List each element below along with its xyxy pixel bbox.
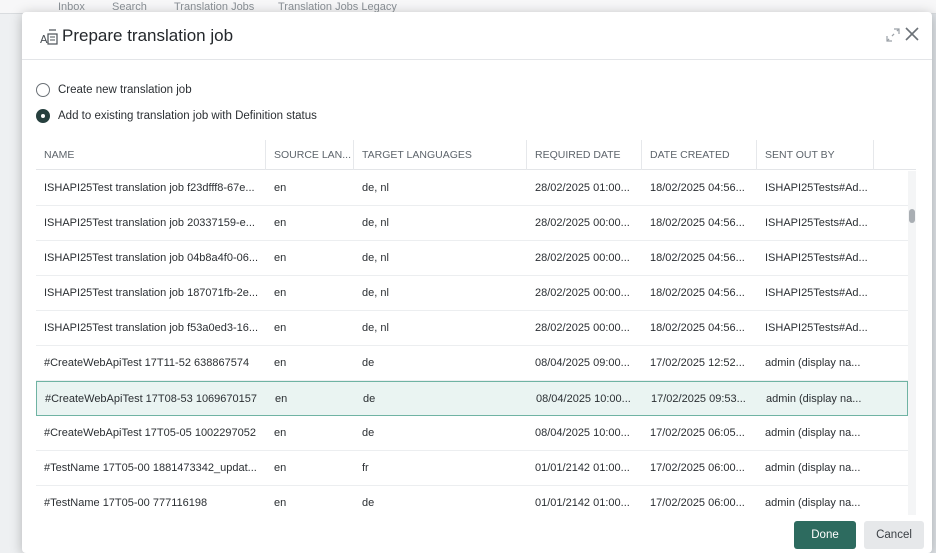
- cell-source-language: en: [274, 497, 287, 509]
- cancel-button[interactable]: Cancel: [864, 521, 924, 549]
- table-body: ISHAPI25Test translation job f23dfff8-67…: [36, 171, 910, 515]
- cell-required-date: 28/02/2025 00:00...: [535, 287, 630, 299]
- radio-create-new[interactable]: [36, 83, 50, 97]
- cell-required-date: 01/01/2142 01:00...: [535, 462, 630, 474]
- cell-date-created: 18/02/2025 04:56...: [650, 287, 745, 299]
- column-header-name[interactable]: NAME: [36, 140, 266, 170]
- cell-date-created: 17/02/2025 06:00...: [650, 462, 745, 474]
- dialog-title: Prepare translation job: [62, 26, 234, 45]
- column-header-target-languages[interactable]: TARGET LANGUAGES: [354, 140, 527, 170]
- table-row[interactable]: ISHAPI25Test translation job 04b8a4f0-06…: [36, 241, 908, 276]
- expand-icon[interactable]: [884, 26, 902, 44]
- cell-required-date: 08/04/2025 10:00...: [535, 427, 630, 439]
- cell-target-languages: de, nl: [362, 322, 389, 334]
- cell-target-languages: de, nl: [362, 287, 389, 299]
- radio-add-existing[interactable]: [36, 109, 50, 123]
- cell-required-date: 08/04/2025 10:00...: [536, 393, 631, 405]
- cell-date-created: 18/02/2025 04:56...: [650, 322, 745, 334]
- table-row[interactable]: #CreateWebApiTest 17T05-05 1002297052 en d…: [36, 416, 908, 451]
- option-create-new-job[interactable]: Create new translation job: [36, 80, 192, 100]
- cell-sent-out-by: ISHAPI25Tests#Ad...: [765, 182, 868, 194]
- cell-sent-out-by: admin (display na...: [765, 497, 861, 509]
- cell-name: #TestName 17T05-00 777116198: [44, 497, 208, 509]
- cell-sent-out-by: admin (display na...: [766, 393, 862, 405]
- table-row[interactable]: ISHAPI25Test translation job 187071fb-2e…: [36, 276, 908, 311]
- cell-name: ISHAPI25Test translation job 04b8a4f0-06…: [44, 252, 259, 264]
- translation-jobs-table: NAME SOURCE LAN... TARGET LANGUAGES REQU…: [36, 140, 916, 515]
- option-label: Create new translation job: [58, 84, 192, 96]
- cell-source-language: en: [274, 357, 287, 369]
- cell-target-languages: de, nl: [362, 252, 389, 264]
- scrollbar-thumb[interactable]: [909, 209, 915, 223]
- cell-date-created: 17/02/2025 09:53...: [651, 393, 746, 405]
- cell-required-date: 28/02/2025 01:00...: [535, 182, 630, 194]
- cell-source-language: en: [274, 182, 287, 194]
- table-row[interactable]: #CreateWebApiTest 17T11-52 638867574 en de…: [36, 346, 908, 381]
- cell-target-languages: de: [362, 357, 375, 369]
- cell-sent-out-by: admin (display na...: [765, 462, 861, 474]
- cell-name: ISHAPI25Test translation job f53a0ed3-16…: [44, 322, 259, 334]
- table-row[interactable]: ISHAPI25Test translation job f23dfff8-67…: [36, 171, 908, 206]
- cell-sent-out-by: ISHAPI25Tests#Ad...: [765, 287, 868, 299]
- cell-name: #CreateWebApiTest 17T05-05 1002297052: [44, 427, 257, 439]
- cell-source-language: en: [275, 393, 288, 405]
- cell-source-language: en: [274, 252, 287, 264]
- cell-date-created: 18/02/2025 04:56...: [650, 217, 745, 229]
- cell-date-created: 17/02/2025 06:05...: [650, 427, 745, 439]
- cell-target-languages: de: [362, 497, 375, 509]
- cell-sent-out-by: admin (display na...: [765, 427, 861, 439]
- cell-source-language: en: [274, 287, 287, 299]
- cell-target-languages: de, nl: [362, 182, 389, 194]
- close-icon[interactable]: [902, 24, 922, 44]
- table-header: NAME SOURCE LAN... TARGET LANGUAGES REQU…: [36, 140, 916, 170]
- translate-icon: A: [40, 29, 58, 46]
- cell-sent-out-by: admin (display na...: [765, 357, 861, 369]
- column-header-source-language[interactable]: SOURCE LAN...: [266, 140, 354, 170]
- done-button[interactable]: Done: [794, 521, 856, 549]
- option-label: Add to existing translation job with Def…: [58, 110, 317, 122]
- cell-required-date: 08/04/2025 09:00...: [535, 357, 630, 369]
- column-header-required-date[interactable]: REQUIRED DATE: [527, 140, 642, 170]
- background-left-panel: [0, 14, 22, 553]
- dialog-header: A Prepare translation job: [22, 12, 932, 60]
- cell-target-languages: de: [362, 427, 375, 439]
- cell-date-created: 18/02/2025 04:56...: [650, 182, 745, 194]
- table-row[interactable]: ISHAPI25Test translation job 20337159-e.…: [36, 206, 908, 241]
- cell-source-language: en: [274, 427, 287, 439]
- cell-source-language: en: [274, 217, 287, 229]
- cell-source-language: en: [274, 322, 287, 334]
- column-header-date-created[interactable]: DATE CREATED: [642, 140, 757, 170]
- cell-source-language: en: [274, 462, 287, 474]
- cell-date-created: 17/02/2025 06:00...: [650, 497, 745, 509]
- table-row[interactable]: #CreateWebApiTest 17T08-53 1069670157 en d…: [36, 381, 908, 416]
- table-row[interactable]: #TestName 17T05-00 777116198 en de 01/01/21…: [36, 486, 908, 515]
- prepare-translation-job-dialog: A Prepare translation job Create new tra…: [22, 12, 932, 553]
- cell-name: ISHAPI25Test translation job f23dfff8-67…: [44, 182, 255, 194]
- cell-name: #TestName 17T05-00 1881473342_updat...: [44, 462, 257, 474]
- table-scrollbar[interactable]: [908, 171, 916, 515]
- cell-sent-out-by: ISHAPI25Tests#Ad...: [765, 322, 868, 334]
- cell-target-languages: de, nl: [362, 217, 389, 229]
- cell-name: #CreateWebApiTest 17T11-52 638867574: [44, 357, 250, 369]
- cell-name: ISHAPI25Test translation job 20337159-e.…: [44, 217, 255, 229]
- cell-required-date: 01/01/2142 01:00...: [535, 497, 630, 509]
- cell-sent-out-by: ISHAPI25Tests#Ad...: [765, 252, 868, 264]
- column-header-sent-out-by[interactable]: SENT OUT BY: [757, 140, 874, 170]
- cell-sent-out-by: ISHAPI25Tests#Ad...: [765, 217, 868, 229]
- option-add-to-existing-job[interactable]: Add to existing translation job with Def…: [36, 106, 317, 126]
- cell-required-date: 28/02/2025 00:00...: [535, 252, 630, 264]
- cell-date-created: 17/02/2025 12:52...: [650, 357, 745, 369]
- cell-required-date: 28/02/2025 00:00...: [535, 322, 630, 334]
- table-row[interactable]: ISHAPI25Test translation job f53a0ed3-16…: [36, 311, 908, 346]
- cell-name: ISHAPI25Test translation job 187071fb-2e…: [44, 287, 259, 299]
- table-row[interactable]: #TestName 17T05-00 1881473342_updat... en…: [36, 451, 908, 486]
- cell-target-languages: fr: [362, 462, 369, 474]
- cell-target-languages: de: [363, 393, 376, 405]
- cell-date-created: 18/02/2025 04:56...: [650, 252, 745, 264]
- svg-text:A: A: [40, 33, 48, 46]
- cell-name: #CreateWebApiTest 17T08-53 1069670157: [45, 393, 258, 405]
- cell-required-date: 28/02/2025 00:00...: [535, 217, 630, 229]
